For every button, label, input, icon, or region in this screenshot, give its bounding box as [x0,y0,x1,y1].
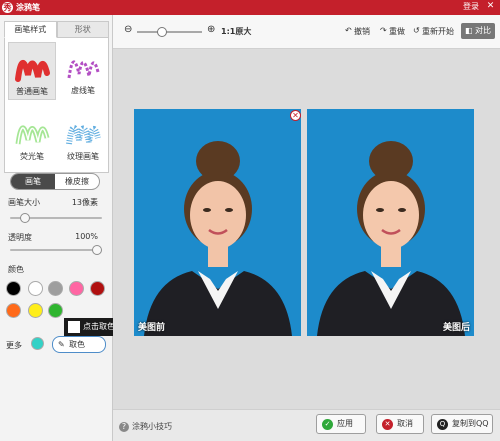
brush-size-value: 13像素 [71,198,98,207]
canvas-area: 美图前 美图后 ✕ [113,49,500,409]
mode-brush-button[interactable]: 画笔 [11,174,55,189]
swatch-black[interactable] [6,281,21,296]
mode-eraser-button[interactable]: 橡皮擦 [55,174,99,189]
share-qq-button[interactable]: Q 复制到QQ [431,414,493,434]
more-colors-button[interactable]: 更多 [6,340,22,351]
tab-shape[interactable]: 形状 [56,21,109,38]
brush-size-knob[interactable] [20,213,30,223]
compare-icon: ◧ [464,26,473,35]
close-compare-icon[interactable]: ✕ [290,110,301,121]
before-label: 美图前 [138,323,166,333]
brush-size-label: 画笔大小 [8,198,40,207]
zoom-in-icon[interactable]: ⊕ [207,24,215,35]
zoom-knob[interactable] [157,27,167,37]
brush-texture[interactable]: 纹理画笔 [59,108,107,166]
portrait-image [144,141,292,336]
restart-icon[interactable]: ↺ [413,26,420,35]
swatch-orange[interactable] [6,303,21,318]
opacity-slider[interactable] [10,245,102,255]
bottom-bar: ? 涂鸦小技巧 ✓ 应用 ✕ 取消 Q 复制到QQ [113,409,500,441]
dashed-brush-icon [63,44,103,84]
opacity-label: 透明度 [8,233,32,242]
login-link[interactable]: 登录 [463,1,479,12]
redo-button[interactable]: 重做 [389,26,405,37]
undo-button[interactable]: 撤销 [354,26,370,37]
brush-normal[interactable]: 普通画笔 [8,42,56,100]
help-icon: ? [119,422,129,432]
check-icon: ✓ [322,419,333,430]
normal-brush-icon [12,45,52,85]
portrait-image-after [317,141,465,336]
highlighter-brush-icon [12,110,52,150]
color-preview [68,321,80,333]
eyedropper-icon: ✎ [58,340,65,349]
qq-icon: Q [437,419,448,430]
doodle-tips-link[interactable]: ? 涂鸦小技巧 [119,421,172,432]
swatch-pink[interactable] [69,281,84,296]
app-logo-icon: 秀 [2,2,13,13]
title-bar: 秀 涂鸦笔 登录 ✕ [0,0,500,15]
swatch-green[interactable] [48,303,63,318]
cancel-button[interactable]: ✕ 取消 [376,414,424,434]
window-title: 涂鸦笔 [16,3,40,12]
color-label: 颜色 [8,265,24,274]
zoom-slider[interactable] [137,27,202,37]
actual-size-button[interactable]: 1:1原大 [221,26,251,37]
toolbar: ⊖ ⊕ 1:1原大 ↶ 撤销 ↷ 重做 ↺ 重新开始 ◧ 对比 [113,15,500,49]
tab-brush-style[interactable]: 画笔样式 [4,21,57,38]
brush-highlighter[interactable]: 荧光笔 [8,108,56,166]
after-label: 美图后 [442,323,470,333]
cancel-icon: ✕ [382,419,393,430]
swatch-white[interactable] [28,281,43,296]
compare-button[interactable]: ◧ 对比 [461,23,495,39]
after-photo: 美图后 [307,109,474,336]
redo-icon[interactable]: ↷ [380,26,387,35]
brush-mode-toggle: 画笔 橡皮擦 [10,173,100,190]
restart-button[interactable]: 重新开始 [422,26,454,37]
opacity-knob[interactable] [92,245,102,255]
apply-button[interactable]: ✓ 应用 [316,414,366,434]
left-panel: 画笔样式 形状 普通画笔 虚线笔 荧光笔 纹理画笔 画笔 橡皮擦 画笔大小 13… [0,15,122,441]
undo-icon[interactable]: ↶ [345,26,352,35]
brush-grid: 普通画笔 虚线笔 荧光笔 纹理画笔 [4,38,109,173]
swatch-gray[interactable] [48,281,63,296]
before-photo: 美图前 [134,109,301,336]
opacity-value: 100% [75,232,98,241]
close-window-icon[interactable]: ✕ [485,1,496,12]
texture-brush-icon [63,110,103,150]
swatch-red[interactable] [90,281,105,296]
swatch-current-cyan[interactable] [31,337,44,350]
pick-color-button[interactable]: ✎ 取色 [52,336,106,353]
brush-dashed[interactable]: 虚线笔 [59,42,107,100]
brush-size-slider[interactable] [10,213,102,223]
swatch-yellow[interactable] [28,303,43,318]
zoom-out-icon[interactable]: ⊖ [124,24,132,35]
